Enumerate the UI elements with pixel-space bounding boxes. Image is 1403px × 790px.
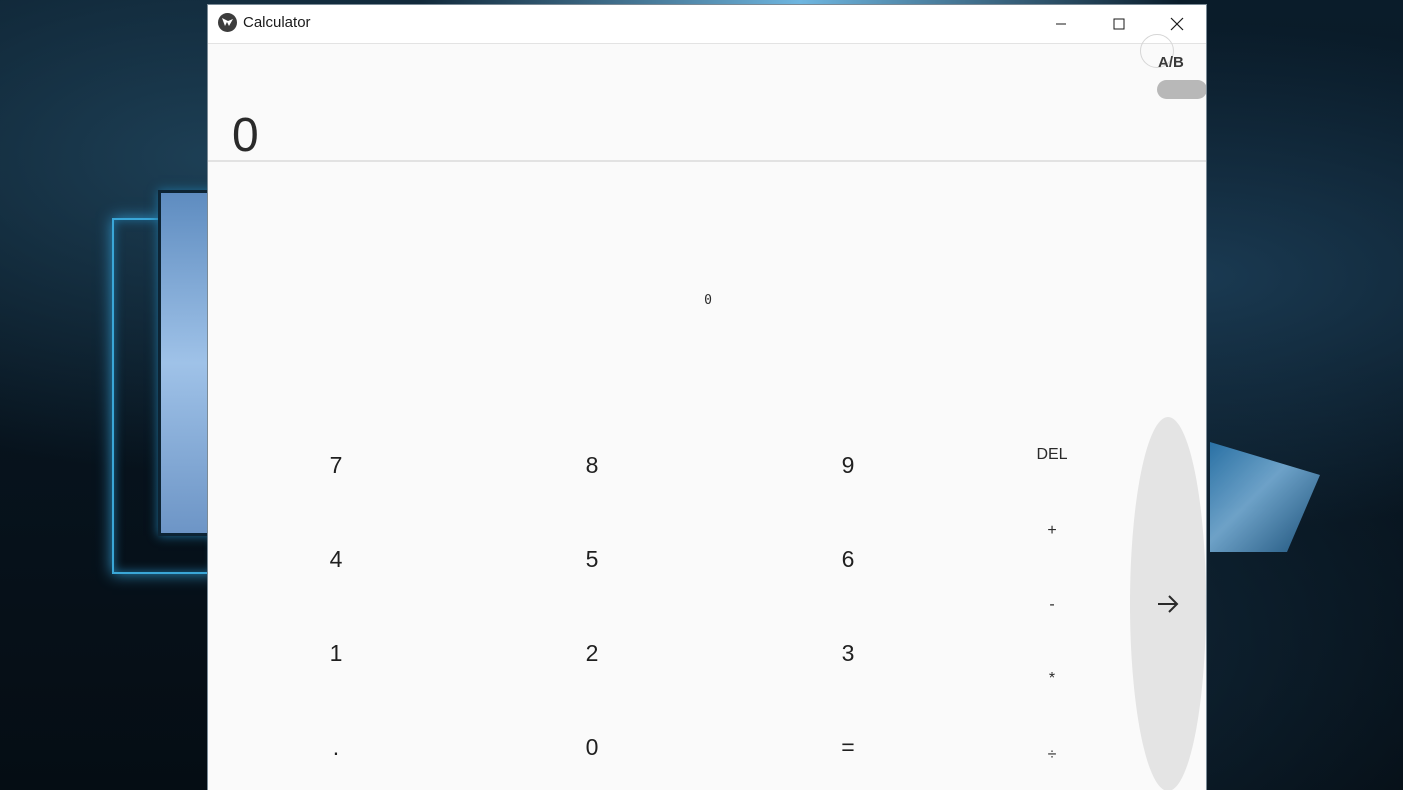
wallpaper-prism [1210,442,1320,552]
maximize-button[interactable] [1090,5,1148,43]
main-display: 0 [232,109,259,162]
key-decimal[interactable]: . [296,727,376,767]
key-6[interactable]: 6 [808,539,888,579]
secondary-display: 0 [704,293,712,308]
arrow-right-icon [1158,595,1179,613]
key-divide[interactable]: ÷ [1012,737,1092,773]
maximize-icon [1113,18,1125,30]
key-1[interactable]: 1 [296,633,376,673]
key-0[interactable]: 0 [552,727,632,767]
key-9[interactable]: 9 [808,445,888,485]
key-plus[interactable]: + [1012,513,1092,549]
key-delete[interactable]: DEL [1012,437,1092,473]
calculator-window: Calculator 0 A/B 0 7 8 9 4 5 6 1 2 3 . 0… [207,4,1207,790]
advanced-panel-button[interactable] [1130,417,1206,790]
key-5[interactable]: 5 [552,539,632,579]
minimize-button[interactable] [1032,5,1090,43]
close-icon [1170,17,1184,31]
key-4[interactable]: 4 [296,539,376,579]
display-area: 0 A/B [208,34,1206,162]
key-minus[interactable]: - [1012,587,1092,623]
title-bar[interactable]: Calculator [208,5,1206,44]
key-3[interactable]: 3 [808,633,888,673]
kivy-logo-icon [218,13,237,32]
window-title: Calculator [243,14,311,31]
key-7[interactable]: 7 [296,445,376,485]
minimize-icon [1056,23,1066,25]
key-multiply[interactable]: * [1012,661,1092,697]
mode-toggle-label: A/B [1158,54,1184,71]
key-equals[interactable]: = [808,727,888,767]
key-8[interactable]: 8 [552,445,632,485]
key-2[interactable]: 2 [552,633,632,673]
mode-toggle-switch[interactable] [1157,80,1206,99]
